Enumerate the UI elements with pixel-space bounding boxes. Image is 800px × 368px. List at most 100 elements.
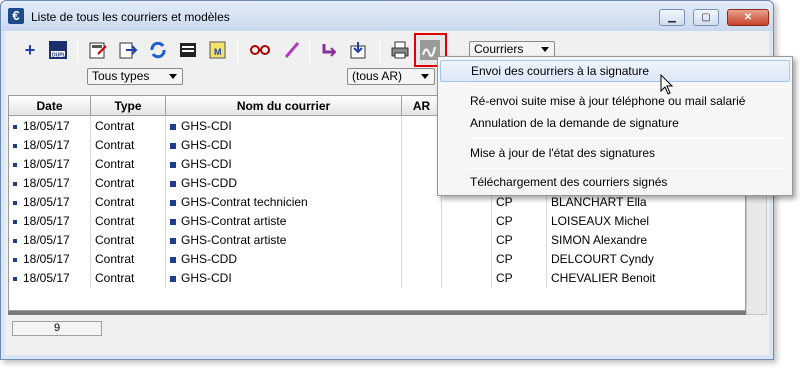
table-cell-text: 18/05/17 xyxy=(23,195,70,209)
table-cell-type: Contrat xyxy=(91,117,166,136)
table-cell-text: 18/05/17 xyxy=(23,252,70,266)
row-bullet-icon xyxy=(13,276,17,281)
table-cell-text: GHS-CDD xyxy=(181,176,237,190)
table-cell-text: GHS-CDI xyxy=(181,157,232,171)
table-cell-text: CP xyxy=(496,271,513,285)
ar-filter[interactable]: (tous AR) xyxy=(347,68,435,85)
table-cell-ar xyxy=(402,212,442,231)
title-bar[interactable]: € Liste de tous les courriers et modèles… xyxy=(1,1,773,31)
table-cell-date: 18/05/17 xyxy=(9,155,91,174)
table-cell-salarie: SIMON Alexandre xyxy=(547,231,747,250)
svg-text:DUPLI: DUPLI xyxy=(52,53,68,59)
add-icon[interactable]: + xyxy=(19,39,41,61)
row-bullet-icon xyxy=(13,124,17,129)
table-row[interactable]: 18/05/17 Contrat GHS-CDI CP CHEVALIER Benoit xyxy=(9,269,747,288)
svg-text:M: M xyxy=(214,47,222,57)
row-bullet-icon xyxy=(170,199,176,206)
column-header-date[interactable]: Date xyxy=(9,96,91,116)
table-cell-salarie: DELCOURT Cyndy xyxy=(547,250,747,269)
table-cell-ar xyxy=(402,155,442,174)
table-cell-ar xyxy=(402,231,442,250)
table-cell-text: 18/05/17 xyxy=(23,233,70,247)
column-header-type[interactable]: Type xyxy=(91,96,166,116)
refresh-icon[interactable] xyxy=(147,39,169,61)
table-cell-date: 18/05/17 xyxy=(9,174,91,193)
close-button[interactable]: ✕ xyxy=(727,9,769,26)
row-bullet-icon xyxy=(13,200,17,205)
duplicate-icon[interactable]: DUPLI xyxy=(47,39,69,61)
table-cell-ar xyxy=(402,250,442,269)
menu-item-mise-a-jour[interactable]: Mise à jour de l'état des signatures xyxy=(440,142,790,164)
table-cell-text: GHS-Contrat artiste xyxy=(181,214,287,228)
table-cell-type: Contrat xyxy=(91,250,166,269)
app-icon: € xyxy=(8,8,24,24)
table-cell-text: GHS-Contrat artiste xyxy=(181,233,287,247)
row-bullet-icon xyxy=(170,256,176,263)
table-cell-salarie: LOISEAUX Michel xyxy=(547,212,747,231)
pen-icon[interactable] xyxy=(281,39,303,61)
table-row[interactable]: 18/05/17 Contrat GHS-Contrat artiste CP LOIS… xyxy=(9,212,747,231)
table-row[interactable]: 18/05/17 Contrat GHS-CDD CP DELCOURT Cyndy xyxy=(9,250,747,269)
table-cell-text: 18/05/17 xyxy=(23,271,70,285)
minimize-button[interactable]: ▁ xyxy=(659,9,685,26)
column-header-nom[interactable]: Nom du courrier xyxy=(166,96,402,116)
row-bullet-icon xyxy=(170,275,176,282)
column-header-ar[interactable]: AR xyxy=(402,96,442,116)
table-cell-type: Contrat xyxy=(91,231,166,250)
table-row[interactable]: 18/05/17 Contrat GHS-Contrat artiste CP SIMO… xyxy=(9,231,747,250)
list-icon[interactable] xyxy=(177,39,199,61)
types-filter[interactable]: Tous types xyxy=(87,68,183,85)
signature-menu: Envoi des courriers à la signature Ré-en… xyxy=(437,56,793,196)
table-cell-text: CP xyxy=(496,195,513,209)
row-bullet-icon xyxy=(13,238,17,243)
window-title: Liste de tous les courriers et modèles xyxy=(31,10,230,24)
toolbar-separator xyxy=(379,39,380,63)
table-cell-text: Contrat xyxy=(95,195,135,209)
horizontal-divider xyxy=(8,311,746,315)
menu-item-renvoi[interactable]: Ré-envoi suite mise à jour téléphone ou … xyxy=(440,90,790,112)
table-cell-text: 18/05/17 xyxy=(23,176,70,190)
table-cell-blank1 xyxy=(442,231,492,250)
table-cell-type: Contrat xyxy=(91,212,166,231)
menu-item-telechargement[interactable]: Téléchargement des courriers signés xyxy=(440,171,790,193)
table-cell-ar xyxy=(402,117,442,136)
table-cell-text: CHEVALIER Benoit xyxy=(551,271,656,285)
menu-separator xyxy=(468,138,786,139)
table-cell-text: BLANCHART Ella xyxy=(551,195,647,209)
table-cell-nom: GHS-CDD xyxy=(166,250,402,269)
table-cell-type: Contrat xyxy=(91,269,166,288)
send-icon[interactable] xyxy=(319,39,341,61)
table-cell-ar2: CP xyxy=(492,231,547,250)
table-cell-text: CP xyxy=(496,233,513,247)
table-cell-nom: GHS-Contrat artiste xyxy=(166,231,402,250)
table-cell-salarie: CHEVALIER Benoit xyxy=(547,269,747,288)
row-bullet-icon xyxy=(170,218,176,225)
table-cell-blank1 xyxy=(442,269,492,288)
toolbar-separator xyxy=(77,39,78,63)
maximize-button[interactable]: ▢ xyxy=(693,9,719,26)
table-cell-date: 18/05/17 xyxy=(9,136,91,155)
row-bullet-icon xyxy=(170,161,176,168)
table-cell-text: GHS-CDI xyxy=(181,271,232,285)
table-cell-ar2: CP xyxy=(492,250,547,269)
table-cell-text: Contrat xyxy=(95,252,135,266)
export-icon[interactable] xyxy=(117,39,139,61)
menu-item-annulation[interactable]: Annulation de la demande de signature xyxy=(440,112,790,134)
receive-icon[interactable] xyxy=(347,39,369,61)
table-cell-nom: GHS-CDD xyxy=(166,174,402,193)
ar-filter-label: (tous AR) xyxy=(352,69,403,83)
row-bullet-icon xyxy=(13,219,17,224)
table-cell-ar xyxy=(402,174,442,193)
print-icon[interactable] xyxy=(389,39,411,61)
table-cell-text: Contrat xyxy=(95,119,135,133)
table-cell-ar xyxy=(402,193,442,212)
menu-item-envoi-signature[interactable]: Envoi des courriers à la signature xyxy=(440,60,790,82)
document-edit-icon[interactable] xyxy=(87,39,109,61)
table-cell-ar xyxy=(402,269,442,288)
mailing-icon[interactable]: M xyxy=(207,39,229,61)
glasses-icon[interactable] xyxy=(249,39,271,61)
table-cell-text: GHS-Contrat technicien xyxy=(181,195,308,209)
row-bullet-icon xyxy=(170,123,176,130)
toolbar-separator xyxy=(237,39,238,63)
table-cell-text: 18/05/17 xyxy=(23,138,70,152)
